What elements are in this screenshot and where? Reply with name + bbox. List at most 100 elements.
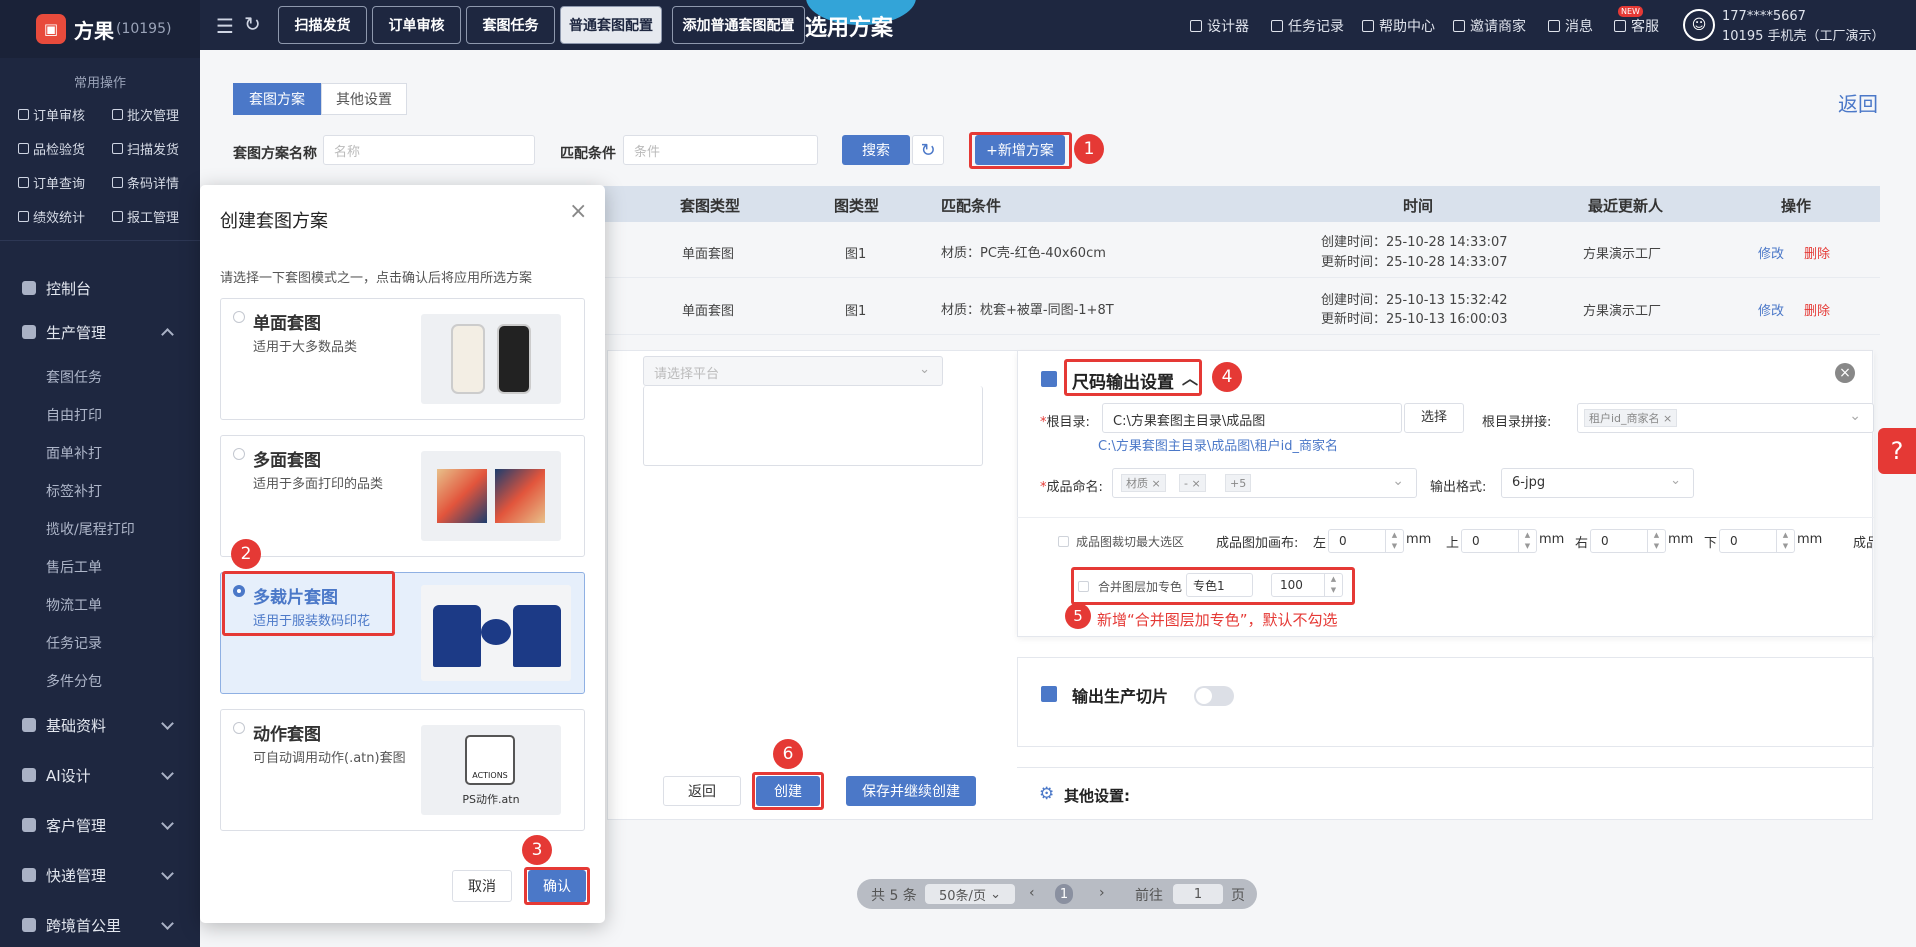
col-image-type: 图类型 xyxy=(834,197,880,215)
highlight-box-1 xyxy=(969,132,1072,169)
page-size-select[interactable]: 50条/页 ⌄ xyxy=(925,884,1015,904)
nav-designer[interactable]: 设计器 xyxy=(1190,16,1249,36)
delete-link[interactable]: 删除 xyxy=(1804,300,1830,319)
next-page-icon[interactable]: › xyxy=(1099,885,1105,901)
unit-mm: mm xyxy=(1539,532,1565,547)
row-divider xyxy=(600,277,1880,278)
root-dir-input[interactable]: C:\方果套图主目录\成品图 xyxy=(1102,403,1402,433)
stats-icon xyxy=(18,211,29,222)
sidebar-item-cross-border[interactable]: 跨境首公里 xyxy=(0,905,200,945)
submenu-item[interactable]: 物流工单 xyxy=(46,595,102,615)
submenu-item[interactable]: 任务记录 xyxy=(46,633,102,653)
quick-order-query[interactable]: 订单查询 xyxy=(18,173,85,192)
quick-inspect[interactable]: 品检验货 xyxy=(18,139,85,158)
nav-support[interactable]: 客服 xyxy=(1614,16,1659,36)
refresh-icon[interactable]: ↻ xyxy=(244,12,261,36)
highlight-box-6 xyxy=(752,772,824,810)
tab-template-task[interactable]: 套图任务 xyxy=(466,6,555,44)
sidebar-item-console[interactable]: 控制台 xyxy=(0,268,200,308)
quick-performance[interactable]: 绩效统计 xyxy=(18,207,85,226)
panel-close-icon[interactable]: × xyxy=(1835,363,1855,383)
edit-link[interactable]: 修改 xyxy=(1758,300,1784,319)
root-dir-choose-button[interactable]: 选择 xyxy=(1404,403,1464,433)
radio-button[interactable] xyxy=(233,448,245,460)
tab-template-config[interactable]: 普通套图配置 xyxy=(560,6,662,44)
save-continue-button[interactable]: 保存并继续创建 xyxy=(846,776,976,806)
nav-help[interactable]: 帮助中心 xyxy=(1362,16,1435,36)
sidebar-item-ai-design[interactable]: AI设计 xyxy=(0,755,200,795)
submenu-item[interactable]: 售后工单 xyxy=(46,557,102,577)
delete-link[interactable]: 删除 xyxy=(1804,243,1830,262)
sidebar-item-customer[interactable]: 客户管理 xyxy=(0,805,200,845)
current-page[interactable]: 1 xyxy=(1055,884,1073,904)
help-float-icon[interactable]: ? xyxy=(1878,428,1916,474)
panel-back-button[interactable]: 返回 xyxy=(663,776,741,806)
page-title: 选用方案 xyxy=(805,16,894,41)
canvas-top-input[interactable]: 0 ▲ ▼ xyxy=(1461,529,1537,553)
checkbox-icon xyxy=(18,109,29,120)
crop-label: 成品图裁切最大选区 xyxy=(1076,535,1185,549)
stepper-icon[interactable]: ▲ ▼ xyxy=(1647,530,1665,552)
chevron-down-icon: ⌄ xyxy=(1849,408,1861,424)
slice-toggle[interactable] xyxy=(1194,686,1234,706)
menu-toggle-icon[interactable]: ☰ xyxy=(216,14,234,38)
reset-icon[interactable]: ↻ xyxy=(912,135,944,165)
name-select[interactable]: 材质 × - × +5 ⌄ xyxy=(1112,468,1417,498)
stepper-icon[interactable]: ▲ ▼ xyxy=(1518,530,1536,552)
step-marker-6: 6 xyxy=(773,739,803,769)
canvas-left-input[interactable]: 0 ▲ ▼ xyxy=(1328,529,1404,553)
search-button[interactable]: 搜索 xyxy=(842,135,910,165)
canvas-bottom-input[interactable]: 0 ▲ ▼ xyxy=(1719,529,1795,553)
tab-template-plan[interactable]: 套图方案 xyxy=(233,83,321,115)
crop-checkbox[interactable] xyxy=(1058,536,1069,547)
radio-button[interactable] xyxy=(233,311,245,323)
tab-scan-ship[interactable]: 扫描发货 xyxy=(278,6,367,44)
dir-top-label: 上 xyxy=(1446,536,1460,551)
quick-order-review[interactable]: 订单审核 xyxy=(18,105,85,124)
sidebar-item-production[interactable]: 生产管理 xyxy=(0,312,200,352)
quick-barcode[interactable]: 条码详情 xyxy=(112,173,179,192)
root-path-hint: C:\方果套图主目录\成品图\租户id_商家名 xyxy=(1098,439,1338,454)
close-icon[interactable]: × xyxy=(569,199,587,224)
tab-add-template-config[interactable]: 添加普通套图配置 xyxy=(672,6,805,44)
quick-batch[interactable]: 批次管理 xyxy=(112,105,179,124)
format-select[interactable]: 6-jpg ⌄ xyxy=(1501,468,1694,498)
stepper-icon[interactable]: ▲ ▼ xyxy=(1385,530,1403,552)
pagination: 共 5 条 50条/页 ⌄ ‹ 1 › 前往 1 页 xyxy=(857,879,1257,909)
root-concat-select[interactable]: 租户id_商家名 × ⌄ xyxy=(1577,403,1874,433)
edit-link[interactable]: 修改 xyxy=(1758,243,1784,262)
submenu-item[interactable]: 多件分包 xyxy=(46,671,102,691)
tab-other-settings[interactable]: 其他设置 xyxy=(321,83,407,115)
option-multi-face[interactable]: 多面套图 适用于多面打印的品类 xyxy=(220,435,585,557)
quick-scan-ship[interactable]: 扫描发货 xyxy=(112,139,179,158)
submenu-item[interactable]: 揽收/尾程打印 xyxy=(46,519,135,539)
match-cond-input[interactable]: 条件 xyxy=(623,135,818,165)
section-icon xyxy=(1041,686,1057,702)
sidebar-item-basic-data[interactable]: 基础资料 xyxy=(0,705,200,745)
sidebar-item-express[interactable]: 快递管理 xyxy=(0,855,200,895)
nav-messages[interactable]: 消息 xyxy=(1548,16,1593,36)
sidebar: ▣ 方果 (10195) 常用操作 订单审核 批次管理 品检验货 扫描发货 订单… xyxy=(0,0,200,947)
user-avatar-icon[interactable]: ☺ xyxy=(1683,9,1715,41)
nav-invite[interactable]: 邀请商家 xyxy=(1453,16,1526,36)
platform-select[interactable]: 请选择平台 ⌄ xyxy=(643,356,943,386)
submenu-item[interactable]: 标签补打 xyxy=(46,481,102,501)
canvas-right-input[interactable]: 0 ▲ ▼ xyxy=(1590,529,1666,553)
goto-input[interactable]: 1 xyxy=(1173,884,1223,904)
option-single-face[interactable]: 单面套图 适用于大多数品类 xyxy=(220,298,585,420)
option-action[interactable]: 动作套图 可自动调用动作(.atn)套图 ACTIONS PS动作.atn xyxy=(220,709,585,831)
stepper-icon[interactable]: ▲ ▼ xyxy=(1776,530,1794,552)
cancel-button[interactable]: 取消 xyxy=(452,870,512,902)
prev-page-icon[interactable]: ‹ xyxy=(1029,885,1035,901)
tab-order-review[interactable]: 订单审核 xyxy=(372,6,461,44)
submenu-item[interactable]: 套图任务 xyxy=(46,367,102,387)
radio-button[interactable] xyxy=(233,722,245,734)
quick-work-report[interactable]: 报工管理 xyxy=(112,207,179,226)
plan-name-input[interactable]: 名称 xyxy=(323,135,535,165)
nav-task-log[interactable]: 任务记录 xyxy=(1271,16,1344,36)
unit-mm: mm xyxy=(1797,532,1823,547)
submenu-item[interactable]: 自由打印 xyxy=(46,405,102,425)
sidebar-divider xyxy=(0,240,200,241)
back-link[interactable]: 返回 xyxy=(1838,88,1878,117)
submenu-item[interactable]: 面单补打 xyxy=(46,443,102,463)
